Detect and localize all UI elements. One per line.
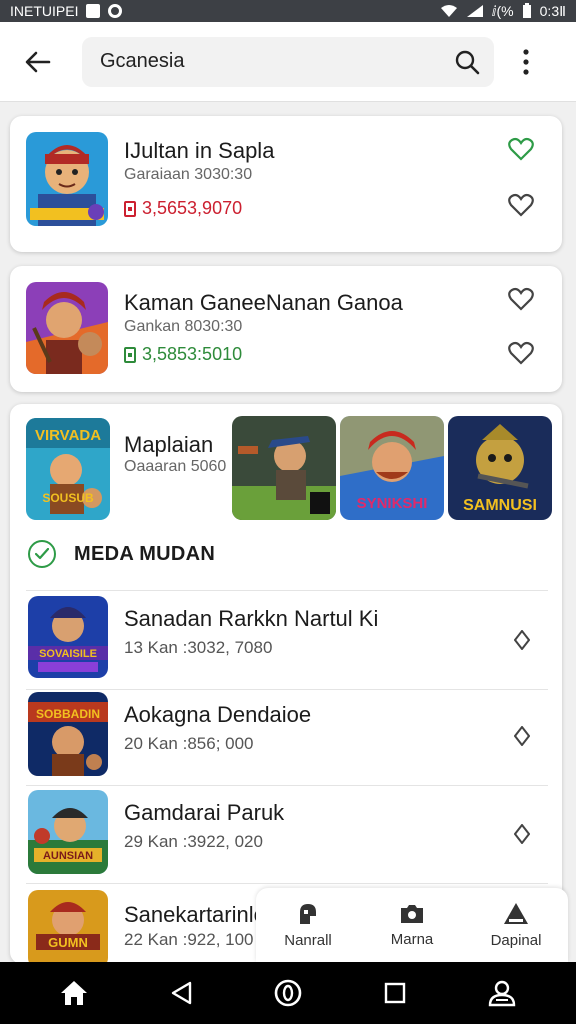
screenshot-1[interactable] [232, 416, 336, 520]
install-button[interactable] [510, 724, 534, 748]
heart-icon [508, 193, 534, 217]
app-icon [26, 132, 108, 226]
featured-app-icon[interactable]: VIRVADA SOUSUB [26, 418, 110, 520]
install-button[interactable] [510, 822, 534, 846]
card-subtitle: Gankan 8030:30 [124, 318, 243, 335]
warning-icon [504, 902, 528, 924]
assistant-button[interactable] [268, 973, 308, 1013]
clock: 0:3Ⅱ [539, 2, 566, 19]
card-subtitle: Garaiaan 3030:30 [124, 166, 253, 183]
screenshot-3[interactable]: SAMNUSI [448, 416, 552, 520]
featured-subtitle: Oaaaran 5060 [124, 458, 227, 475]
diamond-icon [514, 726, 530, 746]
back-arrow-icon [25, 51, 51, 72]
nav-item-dapinal[interactable]: Dapinal [464, 888, 568, 962]
back-button[interactable] [8, 32, 68, 92]
more-options-button[interactable] [506, 32, 546, 92]
icon-text: SOBBADIN [36, 707, 100, 721]
favorite-button[interactable] [506, 338, 536, 368]
card-title: IJultan in Sapla [124, 138, 275, 163]
price-value: 3,5853:5010 [142, 344, 243, 364]
icon-text: AUNSIAN [43, 850, 93, 862]
nav-label: Nanrall [284, 931, 332, 949]
gamepad-icon [300, 903, 316, 924]
list-item-title: Sanekartarinlc [124, 902, 265, 927]
status-bar: INETUIPEI ⅈ(% 0:3Ⅱ [0, 0, 576, 22]
app-bar [0, 22, 576, 102]
list-item-subtitle: 20 Kan :856; 000 [124, 734, 254, 753]
section-header: MEDA MUDAN [28, 540, 215, 568]
list-item-subtitle: 22 Kan :922, 100 [124, 930, 254, 949]
heart-icon [508, 287, 534, 311]
diamond-icon [514, 824, 530, 844]
search-icon[interactable] [454, 49, 480, 75]
price-label: 3,5653,9070 [124, 198, 242, 219]
profile-button[interactable] [482, 973, 522, 1013]
wifi-icon [440, 5, 457, 17]
heart-icon [508, 137, 534, 161]
icon-caption: SOUSUB [42, 491, 94, 505]
home-icon [60, 981, 87, 1005]
back-triangle-icon [171, 981, 191, 1005]
app-card-1[interactable]: IJultan in Sapla Garaiaan 3030:30 3,5653… [10, 116, 562, 252]
card-title: Kaman GaneeNanan Ganoa [124, 290, 403, 315]
favorite-button[interactable] [506, 134, 536, 164]
bottom-nav: Nanrall Marna Dapinal [256, 888, 568, 962]
screenshot-text: SYNIKSHI [357, 495, 428, 512]
list-item-subtitle: 29 Kan :3922, 020 [124, 832, 263, 851]
section-divider [26, 590, 548, 591]
icon-text: SOVAISILE [39, 648, 97, 660]
list-app-icon: SOBBADIN [28, 692, 108, 776]
price-value: 3,5653,9070 [142, 198, 243, 218]
list-item-title: Sanadan Rarkkn Nartul Ki [124, 606, 379, 631]
price-tag-icon [124, 200, 136, 217]
diamond-icon [514, 630, 530, 650]
back-nav-button[interactable] [161, 973, 201, 1013]
install-button[interactable] [510, 628, 534, 652]
nav-label: Dapinal [490, 931, 542, 949]
list-item-title: Aokagna Dendaioe [124, 702, 312, 727]
price-tag-icon [124, 346, 136, 363]
nav-item-marna[interactable]: Marna [360, 888, 464, 962]
list-app-icon: GUMN [28, 890, 108, 968]
app-card-2[interactable]: Kaman GaneeNanan Ganoa Gankan 8030:30 3,… [10, 266, 562, 392]
screenshot-text: SAMNUSI [463, 497, 537, 514]
camera-icon [401, 904, 423, 923]
assistant-icon [274, 979, 302, 1007]
icon-text: GUMN [48, 935, 88, 950]
recents-button[interactable] [375, 973, 415, 1013]
search-input[interactable] [100, 50, 454, 73]
list-item-title: Gamdarai Paruk [124, 800, 285, 825]
check-circle-icon [28, 540, 56, 568]
system-nav-bar [0, 962, 576, 1024]
list-item[interactable]: SOVAISILE Sanadan Rarkkn Nartul Ki 13 Ka… [26, 592, 548, 690]
square-icon [86, 4, 101, 18]
battery-text: ⅈ(% [491, 2, 514, 19]
nav-item-nanrall[interactable]: Nanrall [256, 888, 360, 962]
more-vert-icon [523, 48, 529, 75]
nav-label: Marna [390, 930, 434, 948]
list-item-subtitle: 13 Kan :3032, 7080 [124, 638, 273, 657]
battery-icon [522, 3, 531, 18]
carrier-label: INETUIPEI [10, 3, 79, 19]
icon-text: VIRVADA [35, 427, 101, 444]
circle-icon [108, 4, 123, 18]
list-app-icon: AUNSIAN [28, 790, 108, 874]
favorite-button[interactable] [506, 284, 536, 314]
signal-icon [466, 5, 483, 17]
list-app-icon: SOVAISILE [28, 596, 108, 678]
featured-title: Maplaian [124, 432, 214, 457]
profile-icon [489, 980, 516, 1007]
home-button[interactable] [54, 973, 94, 1013]
heart-icon [508, 341, 534, 365]
app-icon [26, 282, 108, 374]
screenshot-2[interactable]: SYNIKSHI [340, 416, 444, 520]
section-title: MEDA MUDAN [74, 542, 216, 565]
recents-icon [384, 982, 406, 1004]
favorite-button[interactable] [506, 190, 536, 220]
list-item[interactable]: SOBBADIN Aokagna Dendaioe 20 Kan :856; 0… [26, 688, 548, 786]
list-item[interactable]: AUNSIAN Gamdarai Paruk 29 Kan :3922, 020 [26, 786, 548, 884]
price-label: 3,5853:5010 [124, 344, 242, 365]
search-box[interactable] [82, 36, 494, 87]
